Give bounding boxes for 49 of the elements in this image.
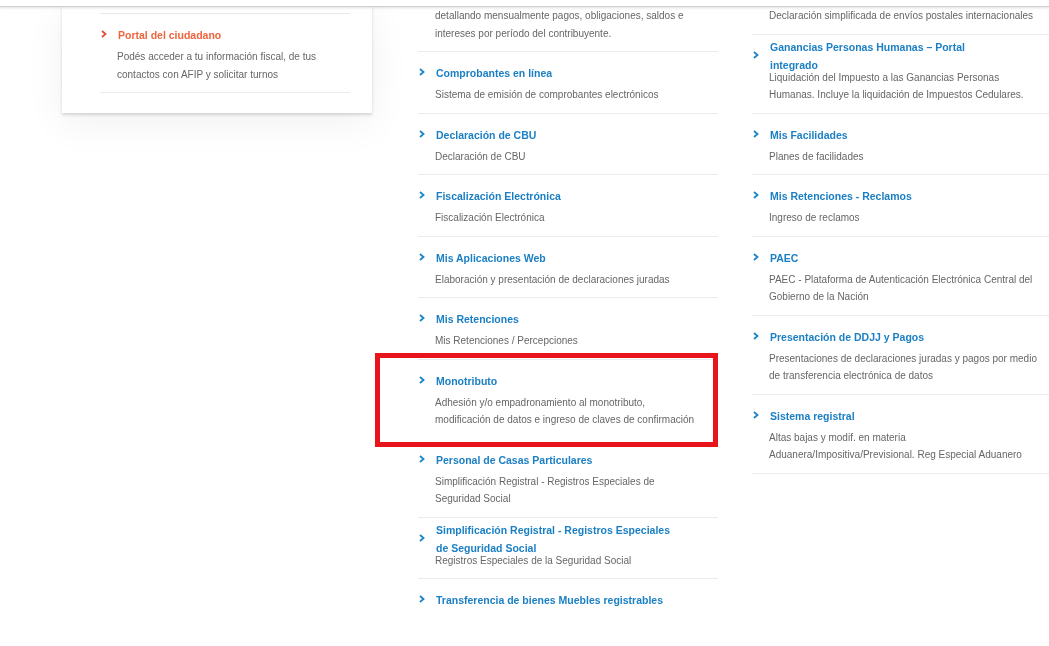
- service-description: Adhesión y/o empadronamiento al monotributo, modificación de datos e ingreso de claves de confirmación: [435, 395, 696, 427]
- chevron-icon: [419, 191, 425, 199]
- chevron-icon: [419, 533, 425, 542]
- chevron-icon: [101, 30, 107, 38]
- service-link[interactable]: Simplificación Registral - Registros Especiales de Seguridad Social: [436, 520, 680, 557]
- service-description: Mis Retenciones / Percepciones: [435, 334, 579, 348]
- service-description: detallando mensualmente pagos, obligaciones, saldos e intereses por período del contribuyente.: [435, 9, 685, 41]
- service-description: Declaración de CBU: [435, 149, 527, 164]
- service-description: PAEC - Plataforma de Autenticación Electrónica Central del Gobierno de la Nación: [769, 272, 1034, 304]
- chevron-icon: [419, 595, 425, 603]
- service-link[interactable]: Mis Facilidades: [770, 125, 848, 144]
- chevron-icon: [419, 68, 425, 76]
- service-link[interactable]: Mis Retenciones - Reclamos: [770, 187, 912, 205]
- service-link[interactable]: Monotributo: [436, 371, 498, 390]
- service-link[interactable]: Mis Retenciones: [436, 310, 519, 328]
- service-description: Fiscalización Electrónica: [435, 211, 546, 225]
- service-description: Declaración simplificada de envíos postales internacionales: [769, 9, 1035, 23]
- chevron-icon: [753, 252, 759, 261]
- chevron-icon: [419, 129, 425, 138]
- service-link[interactable]: Comprobantes en línea: [436, 64, 553, 82]
- chevron-icon: [419, 375, 425, 384]
- chevron-icon: [753, 331, 759, 340]
- service-description: Altas bajas y modif. en materia Aduanera/Impositiva/Previsional. Reg Especial Aduanero: [769, 430, 1023, 462]
- service-link[interactable]: Sistema registral: [770, 406, 855, 425]
- chevron-icon: [419, 252, 425, 261]
- service-link[interactable]: Fiscalización Electrónica: [436, 187, 561, 205]
- service-description: Podés acceder a tu información fiscal, de tus contactos con AFIP y solicitar turnos: [117, 50, 317, 82]
- service-description: Planes de facilidades: [769, 149, 865, 164]
- service-description: Liquidación del Impuesto a las Ganancias Personas Humanas. Incluye la liquidación de Impuestos Cedulares.: [769, 71, 1025, 102]
- service-link[interactable]: Transferencia de bienes Muebles registrables: [436, 591, 663, 609]
- chevron-icon: [753, 191, 759, 199]
- service-description: Ingreso de reclamos: [769, 211, 861, 225]
- service-description: Presentaciones de declaraciones juradas y pagos por medio de transferencia electrónica de datos: [769, 351, 1038, 383]
- service-link[interactable]: PAEC: [770, 248, 799, 267]
- service-description: Registros Especiales de la Seguridad Social: [435, 554, 633, 568]
- service-description: Simplificación Registral - Registros Especiales de Seguridad Social: [435, 474, 656, 506]
- service-link[interactable]: Mis Aplicaciones Web: [436, 248, 546, 267]
- chevron-icon: [753, 410, 759, 419]
- chevron-icon: [419, 314, 425, 322]
- service-link[interactable]: Presentación de DDJJ y Pagos: [770, 327, 925, 346]
- service-link[interactable]: Declaración de CBU: [436, 125, 537, 144]
- chevron-icon: [753, 129, 759, 138]
- service-link[interactable]: Portal del ciudadano: [118, 26, 222, 44]
- chevron-icon: [419, 454, 425, 463]
- service-link[interactable]: Ganancias Personas Humanas – Portal integrado: [770, 37, 1010, 74]
- service-description: Elaboración y presentación de declaraciones juradas: [435, 272, 671, 287]
- chevron-icon: [753, 50, 759, 59]
- service-link[interactable]: Personal de Casas Particulares: [436, 450, 593, 469]
- service-description: Sistema de emisión de comprobantes electrónicos: [435, 88, 660, 102]
